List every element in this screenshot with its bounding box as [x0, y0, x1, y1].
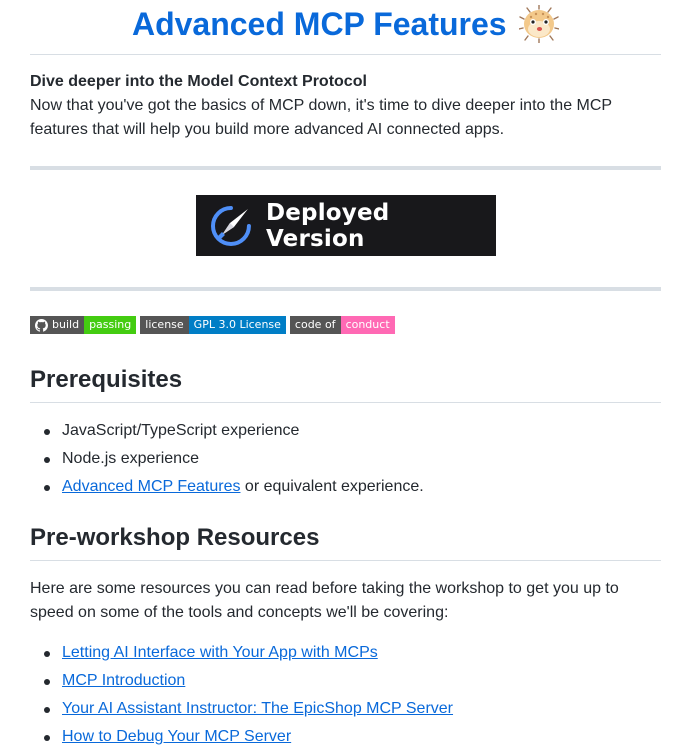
intro-lead: Dive deeper into the Model Context Proto…	[30, 73, 367, 90]
resources-list: Letting AI Interface with Your App with …	[30, 641, 453, 753]
code-of-conduct-badge[interactable]: code of conduct	[289, 316, 395, 334]
pre-workshop-resources-heading: Pre-workshop Resources	[30, 523, 661, 561]
intro-body: Now that you've got the basics of MCP do…	[30, 97, 612, 138]
advanced-mcp-features-link[interactable]: Advanced MCP Features	[62, 478, 240, 495]
intro: Dive deeper into the Model Context Proto…	[30, 70, 661, 142]
bullet-icon	[44, 679, 50, 685]
list-item: MCP Introduction	[44, 669, 453, 697]
badge-row: build passing license GPL 3.0 License co…	[30, 316, 395, 334]
bullet-icon	[44, 429, 50, 435]
puffer-fish-icon	[519, 5, 560, 43]
resource-link[interactable]: Your AI Assistant Instructor: The EpicSh…	[62, 700, 453, 717]
page-title[interactable]: Advanced MCP Features	[132, 5, 507, 43]
resources-intro: Here are some resources you can read bef…	[30, 580, 619, 621]
badge-message: passing	[84, 316, 137, 334]
horizontal-rule	[30, 287, 661, 291]
list-item: Node.js experience	[44, 447, 424, 475]
badge-label: license	[140, 316, 189, 334]
bullet-icon	[44, 485, 50, 491]
github-icon	[35, 318, 48, 332]
prerequisites-list: JavaScript/TypeScript experience Node.js…	[30, 419, 424, 503]
bullet-icon	[44, 735, 50, 741]
resource-link[interactable]: Letting AI Interface with Your App with …	[62, 644, 378, 661]
title-row: Advanced MCP Features	[30, 0, 661, 55]
badge-message: GPL 3.0 License	[188, 316, 286, 334]
list-item: JavaScript/TypeScript experience	[44, 419, 424, 447]
list-item-text: JavaScript/TypeScript experience	[62, 422, 300, 439]
deployed-version-banner[interactable]: Deployed Version	[196, 195, 496, 256]
list-item-text: Node.js experience	[62, 450, 199, 467]
license-badge[interactable]: license GPL 3.0 License	[140, 316, 286, 334]
list-item: Letting AI Interface with Your App with …	[44, 641, 453, 669]
bullet-icon	[44, 457, 50, 463]
badge-label: build	[52, 318, 80, 331]
list-item-text: or equivalent experience.	[240, 478, 424, 495]
bullet-icon	[44, 707, 50, 713]
badge-label: code of	[289, 316, 341, 334]
rocket-icon	[211, 205, 251, 246]
list-item: How to Debug Your MCP Server	[44, 725, 453, 753]
bullet-icon	[44, 651, 50, 657]
build-status-badge[interactable]: build passing	[30, 316, 137, 334]
deployed-version-label: Deployed Version	[265, 199, 390, 252]
resource-link[interactable]: MCP Introduction	[62, 672, 185, 689]
prerequisites-heading: Prerequisites	[30, 365, 661, 403]
badge-message: conduct	[340, 316, 395, 334]
list-item: Your AI Assistant Instructor: The EpicSh…	[44, 697, 453, 725]
list-item: Advanced MCP Features or equivalent expe…	[44, 475, 424, 503]
resource-link[interactable]: How to Debug Your MCP Server	[62, 728, 291, 745]
horizontal-rule	[30, 166, 661, 170]
